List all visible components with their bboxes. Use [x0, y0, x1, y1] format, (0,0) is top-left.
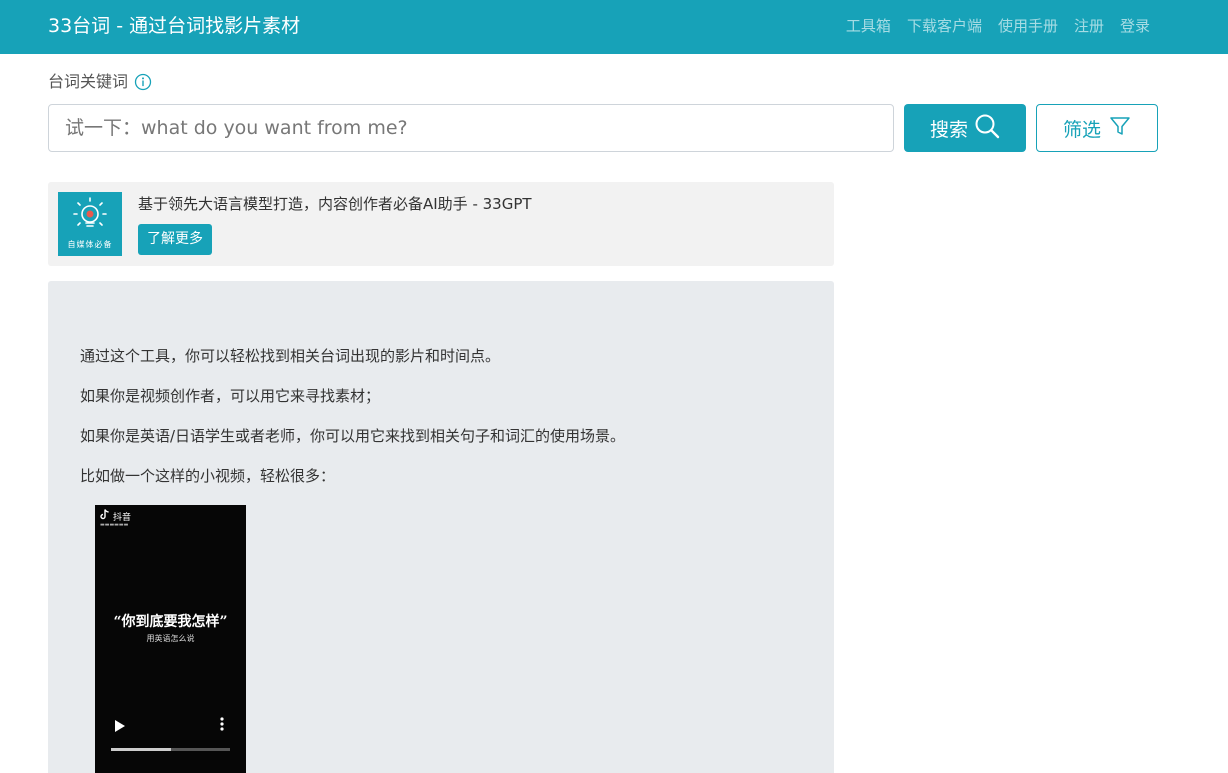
learn-more-button[interactable]: 了解更多 [138, 224, 212, 255]
ad-banner: 自媒体必备 基于领先大语言模型打造，内容创作者必备AI助手 - 33GPT 了解… [48, 182, 834, 266]
nav-toolbox-link[interactable]: 工具箱 [846, 15, 891, 37]
nav-download-client-link[interactable]: 下载客户端 [907, 15, 982, 37]
ad-logo[interactable]: 自媒体必备 [58, 192, 122, 256]
tiktok-icon [100, 509, 110, 523]
video-progress-fill [111, 748, 171, 751]
video-progress-track[interactable] [111, 748, 230, 751]
nav-register-link[interactable]: 注册 [1074, 15, 1104, 37]
video-account-id: ▬▬▬▬▬▬ [100, 522, 129, 528]
intro-paragraph: 如果你是英语/日语学生或者老师，你可以用它来找到相关句子和词汇的使用场景。 [80, 427, 626, 445]
nav-login-link[interactable]: 登录 [1120, 15, 1150, 37]
video-subtitle: 用英语怎么说 [146, 634, 195, 643]
intro-paragraph: 通过这个工具，你可以轻松找到相关台词出现的影片和时间点。 [80, 347, 501, 365]
video-app-name: 抖音 [113, 512, 132, 523]
top-navbar: 33台词 - 通过台词找影片素材 工具箱 下载客户端 使用手册 注册 登录 [0, 0, 1228, 54]
more-vertical-icon[interactable] [219, 716, 225, 736]
site-brand[interactable]: 33台词 - 通过台词找影片素材 [48, 13, 300, 39]
play-icon[interactable] [114, 718, 126, 737]
intro-paragraph: 比如做一个这样的小视频，轻松很多： [80, 467, 336, 485]
search-button[interactable]: 搜索 [904, 104, 1026, 152]
nav-menu: 工具箱 下载客户端 使用手册 注册 登录 [846, 15, 1150, 37]
search-input[interactable] [48, 104, 894, 152]
video-app-brand: 抖音 [100, 509, 131, 523]
filter-button-label: 筛选 [1062, 118, 1101, 141]
keyword-label-row: 台词关键词 [48, 70, 152, 94]
example-video-player[interactable]: 抖音 ▬▬▬▬▬▬ “你到底要我怎样” 用英语怎么说 [95, 505, 246, 773]
video-title: “你到底要我怎样” [113, 614, 228, 630]
search-button-label: 搜索 [929, 118, 968, 141]
filter-button[interactable]: 筛选 [1036, 104, 1158, 152]
ad-text: 基于领先大语言模型打造，内容创作者必备AI助手 - 33GPT [138, 195, 532, 213]
search-icon [974, 113, 1000, 144]
intro-panel: 通过这个工具，你可以轻松找到相关台词出现的影片和时间点。 如果你是视频创作者，可… [48, 281, 834, 773]
keyword-label: 台词关键词 [48, 72, 129, 91]
intro-paragraph: 如果你是视频创作者，可以用它来寻找素材； [80, 387, 381, 405]
ad-logo-text: 自媒体必备 [67, 240, 113, 249]
nav-manual-link[interactable]: 使用手册 [998, 15, 1058, 37]
info-icon[interactable] [134, 73, 152, 91]
filter-icon [1109, 115, 1131, 142]
